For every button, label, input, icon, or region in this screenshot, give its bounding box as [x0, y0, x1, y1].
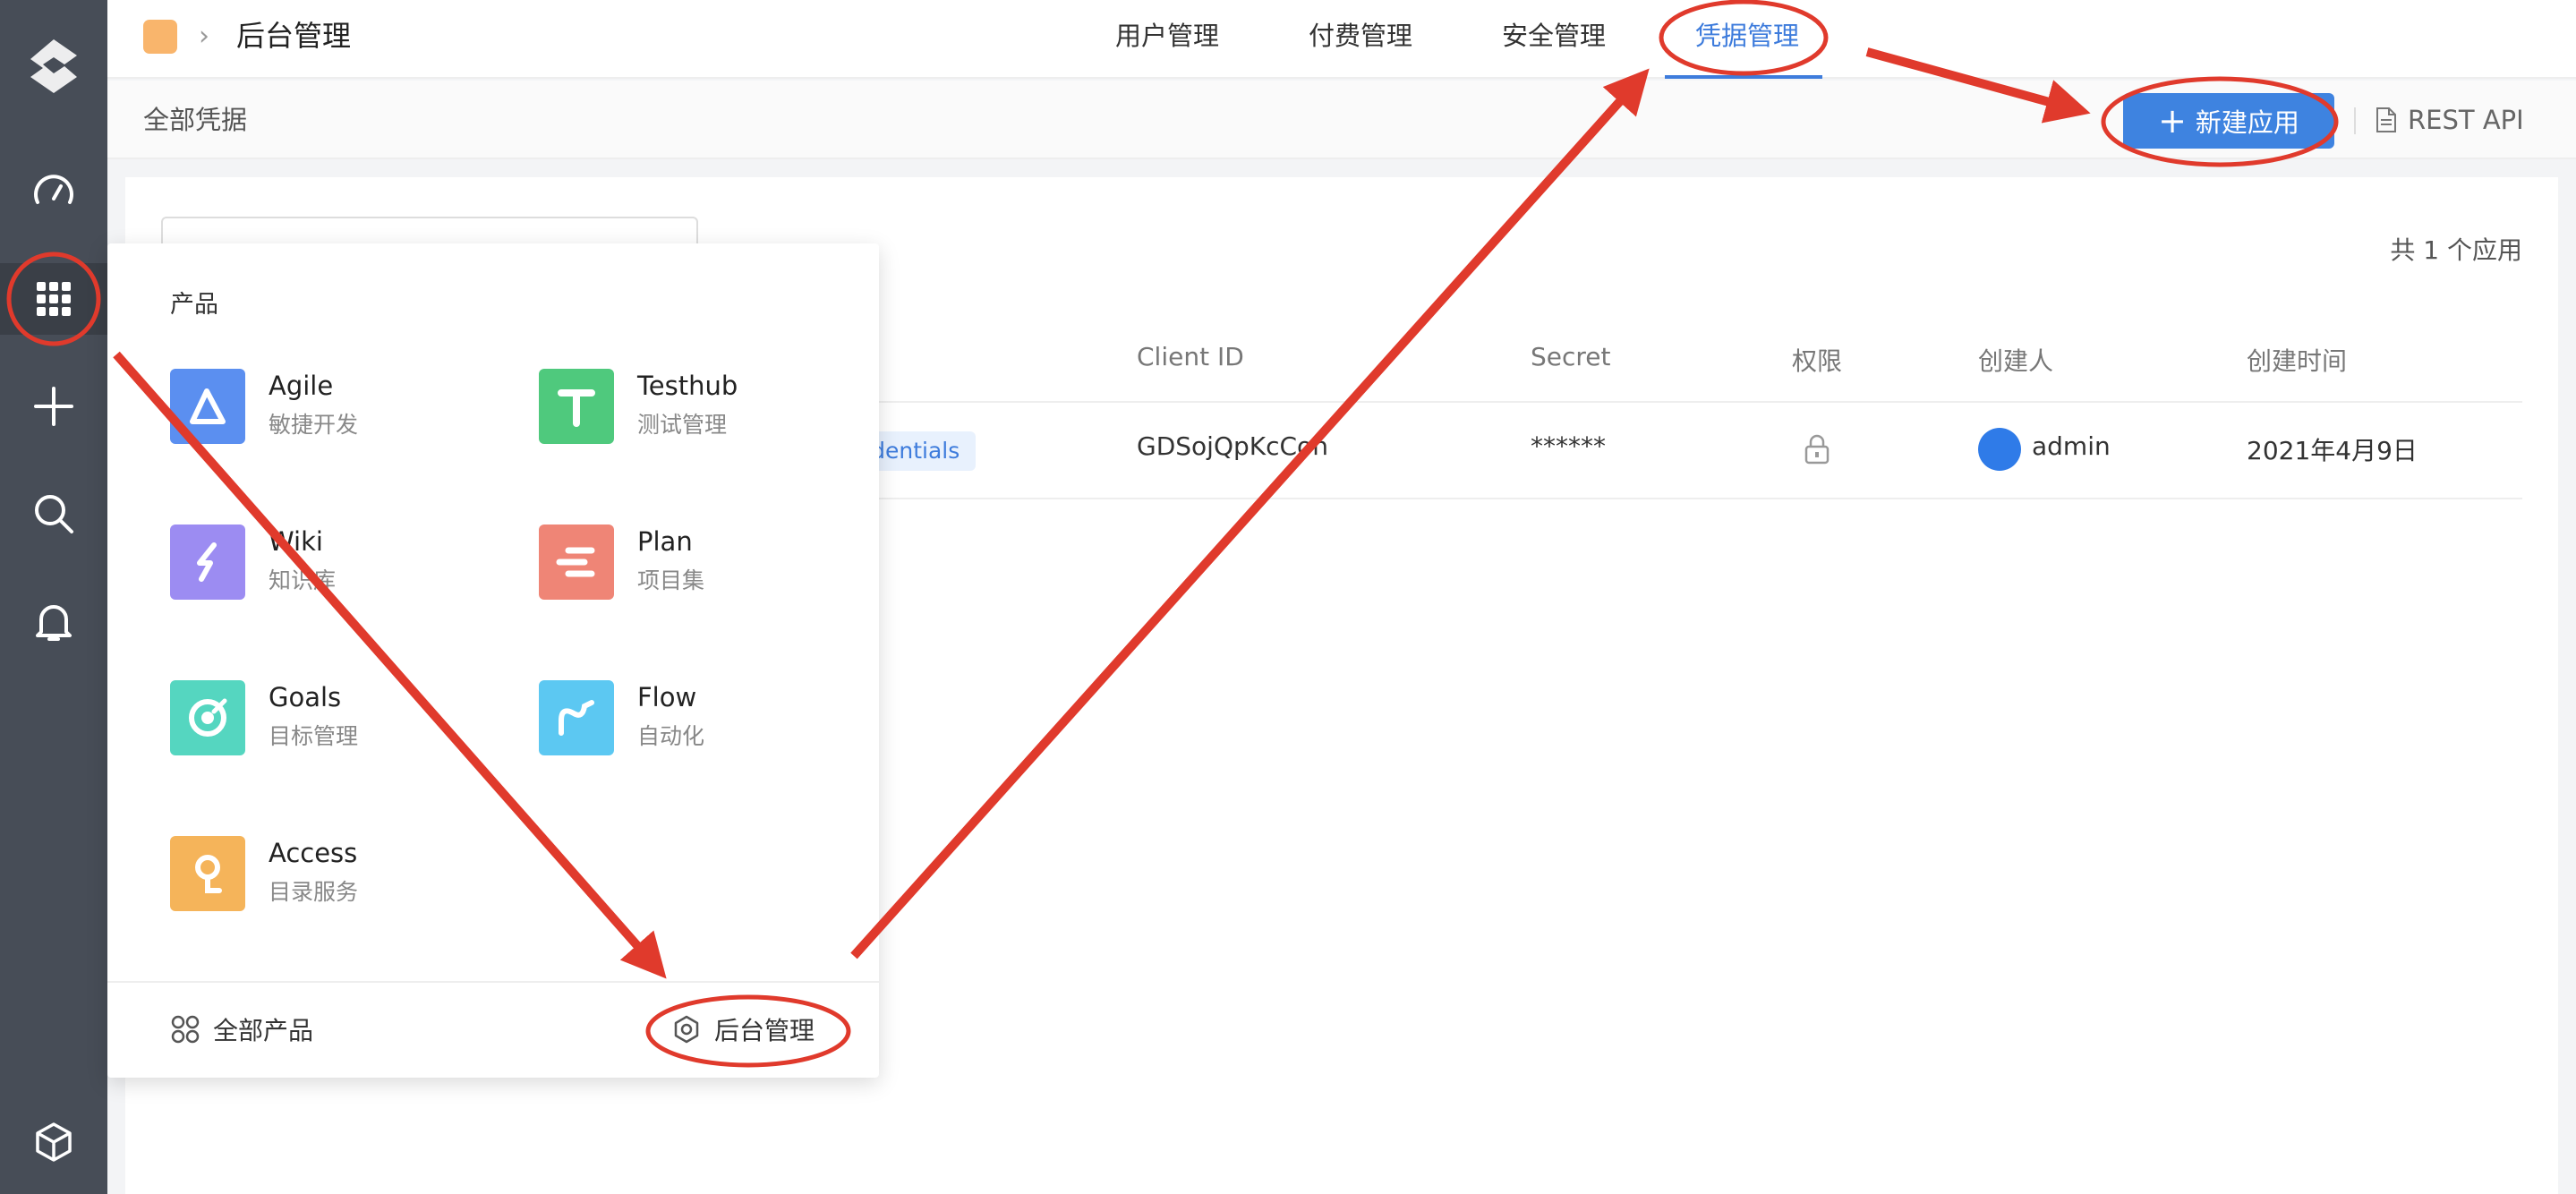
divider: [2354, 107, 2356, 134]
product-flow[interactable]: Flow 自动化: [539, 680, 879, 759]
lock-icon[interactable]: [1803, 433, 1831, 469]
product-plan[interactable]: Plan 项目集: [539, 525, 879, 603]
cube-icon[interactable]: [0, 1106, 107, 1178]
column-header-client-id: Client ID: [1137, 342, 1244, 371]
client-id-cell: GDSojQpKcCon: [1137, 431, 1328, 461]
settings-hex-icon: [674, 1015, 699, 1044]
product-name: Plan: [637, 526, 693, 557]
column-header-created-time: 创建时间: [2247, 346, 2348, 376]
column-header-permission: 权限: [1792, 346, 1843, 376]
admin-logo-icon[interactable]: [143, 20, 177, 54]
app-count: 共 1 个应用: [2390, 235, 2522, 265]
wiki-icon: [170, 525, 245, 600]
created-date-cell: 2021年4月9日: [2247, 436, 2418, 465]
plus-icon: +: [2158, 101, 2187, 141]
dropdown-heading: 产品: [170, 291, 218, 319]
all-products-label: 全部产品: [213, 1016, 314, 1045]
search-icon[interactable]: [0, 478, 107, 550]
column-header-secret: Secret: [1531, 342, 1611, 371]
dashboard-icon[interactable]: [0, 158, 107, 229]
product-name: Goals: [269, 682, 342, 712]
product-desc: 目标管理: [269, 723, 359, 749]
tab-security-management[interactable]: 安全管理: [1502, 16, 1606, 55]
agile-icon: [170, 369, 245, 444]
product-desc: 敏捷开发: [269, 412, 359, 438]
admin-console-link[interactable]: 后台管理: [671, 1011, 815, 1047]
product-name: Flow: [637, 682, 697, 712]
product-desc: 目录服务: [269, 879, 359, 905]
product-name: Agile: [269, 371, 334, 401]
sub-header: 全部凭据 + 新建应用 REST API: [107, 81, 2576, 159]
plan-icon: [539, 525, 614, 600]
new-app-button[interactable]: + 新建应用: [2123, 93, 2334, 149]
product-access[interactable]: Access 目录服务: [170, 836, 510, 915]
admin-console-label: 后台管理: [714, 1016, 815, 1045]
page-title: 后台管理: [236, 19, 352, 53]
goals-icon: [170, 680, 245, 755]
secret-cell: ******: [1531, 431, 1606, 461]
tab-billing-management[interactable]: 付费管理: [1309, 16, 1412, 55]
product-name: Access: [269, 838, 358, 868]
rest-api-link[interactable]: REST API: [2376, 100, 2524, 140]
rest-api-label: REST API: [2408, 105, 2524, 135]
left-rail: [0, 0, 107, 1194]
dropdown-divider: [107, 981, 879, 983]
column-header-creator: 创建人: [1978, 346, 2054, 376]
product-testhub[interactable]: Testhub 测试管理: [539, 369, 879, 448]
access-icon: [170, 836, 245, 911]
all-products-link[interactable]: 全部产品: [170, 1011, 313, 1047]
apps-grid-icon[interactable]: [0, 263, 107, 335]
document-icon: [2376, 107, 2396, 132]
all-products-icon: [171, 1015, 200, 1044]
new-app-label: 新建应用: [2195, 107, 2299, 138]
avatar: [1978, 428, 2021, 471]
flow-icon: [539, 680, 614, 755]
product-desc: 知识库: [269, 567, 337, 593]
product-desc: 测试管理: [637, 412, 728, 438]
testhub-icon: [539, 369, 614, 444]
product-goals[interactable]: Goals 目标管理: [170, 680, 510, 759]
add-icon[interactable]: [0, 371, 107, 442]
product-dropdown: 产品 Agile 敏捷开发 Testhub 测试管理 Wiki 知识库 Plan…: [107, 243, 879, 1078]
product-name: Testhub: [637, 371, 738, 401]
product-desc: 项目集: [637, 567, 705, 593]
app-logo-icon[interactable]: [0, 30, 107, 102]
creator-cell: admin: [2032, 431, 2111, 461]
bell-icon[interactable]: [0, 585, 107, 657]
product-agile[interactable]: Agile 敏捷开发: [170, 369, 510, 448]
product-wiki[interactable]: Wiki 知识库: [170, 525, 510, 603]
top-header: › 后台管理 用户管理 付费管理 安全管理 凭据管理: [107, 0, 2576, 79]
tab-credential-management[interactable]: 凭据管理: [1695, 16, 1799, 55]
section-title: 全部凭据: [143, 105, 248, 135]
product-name: Wiki: [269, 526, 323, 557]
chevron-right-icon: ›: [199, 21, 209, 52]
tab-user-management[interactable]: 用户管理: [1115, 16, 1219, 55]
active-tab-indicator: [1665, 75, 1822, 79]
product-desc: 自动化: [637, 723, 705, 749]
